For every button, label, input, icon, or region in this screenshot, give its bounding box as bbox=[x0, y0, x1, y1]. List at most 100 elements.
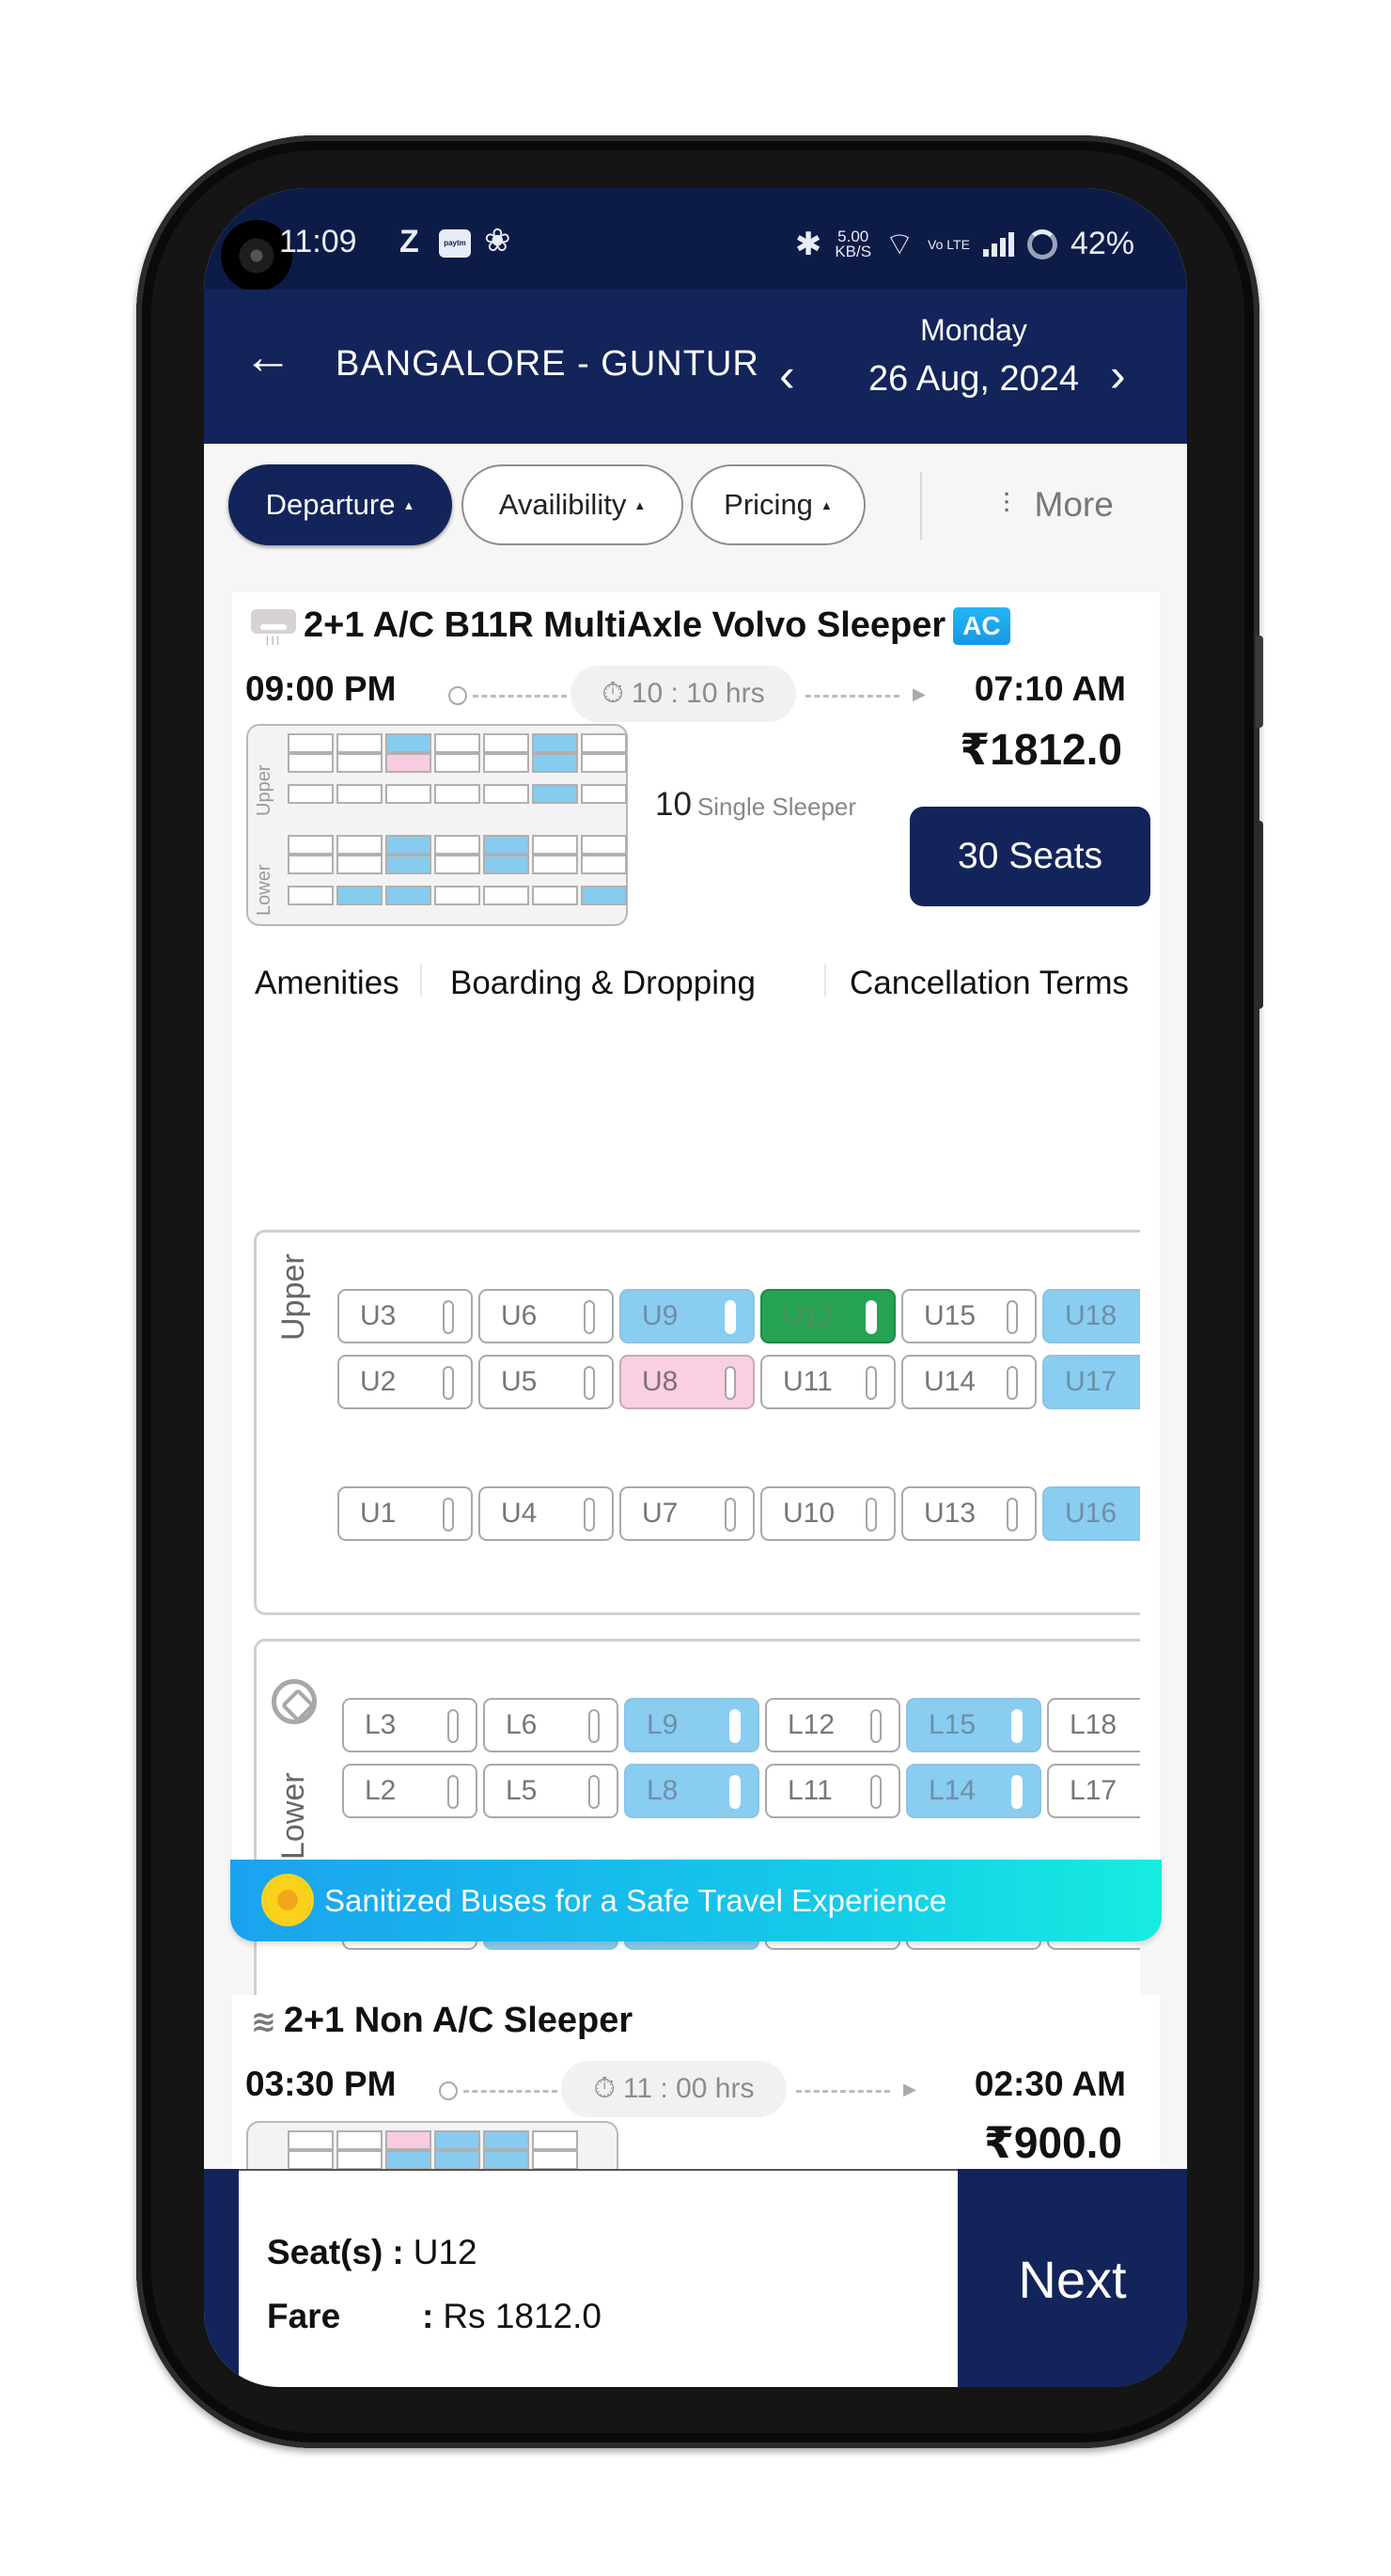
seat-l2[interactable]: L2 bbox=[342, 1764, 477, 1818]
filter-departure[interactable]: Departure ▲ bbox=[228, 464, 452, 545]
seat-u13[interactable]: U13 bbox=[901, 1486, 1037, 1541]
seat-label: U6 bbox=[501, 1300, 538, 1331]
back-arrow-icon[interactable]: ← bbox=[243, 333, 292, 382]
seat-l12[interactable]: L12 bbox=[765, 1698, 900, 1752]
seat-l15: L15 bbox=[906, 1698, 1041, 1752]
timeline-dash bbox=[805, 695, 899, 698]
seat-label: U16 bbox=[1065, 1498, 1117, 1529]
departure-time: 09:00 PM bbox=[245, 669, 397, 708]
arrival-time: 02:30 AM bbox=[974, 2065, 1126, 2103]
seat-l5[interactable]: L5 bbox=[483, 1764, 618, 1818]
seat-label: L6 bbox=[506, 1709, 538, 1740]
seat-l3[interactable]: L3 bbox=[342, 1698, 477, 1752]
tab-boarding-dropping[interactable]: Boarding & Dropping bbox=[450, 965, 756, 1002]
minimap-seat bbox=[532, 855, 578, 874]
seat-u8[interactable]: U8 bbox=[619, 1355, 755, 1409]
seat-l14: L14 bbox=[906, 1764, 1041, 1818]
seat-u7[interactable]: U7 bbox=[619, 1486, 755, 1541]
seat-u3[interactable]: U3 bbox=[337, 1289, 473, 1343]
minimap-seat bbox=[483, 886, 529, 905]
minimap-seat bbox=[581, 855, 627, 874]
seat-label: U12 bbox=[783, 1300, 836, 1331]
sort-arrow-icon: ▲ bbox=[402, 497, 415, 512]
seat-label: U4 bbox=[501, 1498, 538, 1529]
next-date-chevron-icon[interactable]: › bbox=[1110, 352, 1126, 399]
steering-wheel-icon bbox=[272, 1679, 317, 1724]
pillow-icon bbox=[870, 1709, 882, 1743]
day-label: Monday bbox=[920, 313, 1027, 347]
route-title: BANGALORE - GUNTUR bbox=[336, 344, 759, 384]
seat-u6[interactable]: U6 bbox=[478, 1289, 614, 1343]
selected-seats-value: U12 bbox=[413, 2233, 477, 2271]
seat-label: L3 bbox=[365, 1709, 397, 1740]
filter-availability[interactable]: Availibility ▲ bbox=[461, 464, 683, 545]
tab-cancellation-terms[interactable]: Cancellation Terms bbox=[850, 965, 1129, 1002]
minimap-seat bbox=[336, 835, 383, 855]
tab-amenities[interactable]: Amenities bbox=[255, 965, 399, 1002]
safety-badge-icon bbox=[264, 1877, 311, 1924]
app-header: ← BANGALORE - GUNTUR ‹ Monday 26 Aug, 20… bbox=[204, 290, 1187, 444]
seat-u2[interactable]: U2 bbox=[337, 1355, 473, 1409]
seat-label: U1 bbox=[360, 1498, 397, 1529]
seat-u11[interactable]: U11 bbox=[760, 1355, 896, 1409]
pillow-icon bbox=[1011, 1709, 1023, 1743]
minimap-seat bbox=[385, 733, 431, 753]
pillow-icon bbox=[729, 1709, 741, 1743]
seat-label: U2 bbox=[360, 1366, 397, 1397]
minimap-seat bbox=[532, 733, 578, 753]
seat-u10[interactable]: U10 bbox=[760, 1486, 896, 1541]
more-filters-button[interactable]: ⫶ More bbox=[1003, 485, 1114, 525]
pillow-icon bbox=[1011, 1775, 1023, 1809]
seat-u12[interactable]: U12 bbox=[760, 1289, 896, 1343]
fare-price: ₹1812.0 bbox=[960, 725, 1122, 774]
minimap-seat bbox=[483, 784, 529, 804]
signal-icon bbox=[982, 231, 1014, 257]
seat-label: U14 bbox=[924, 1366, 977, 1397]
seat-u5[interactable]: U5 bbox=[478, 1355, 614, 1409]
pillow-icon bbox=[725, 1498, 736, 1531]
minimap-seat bbox=[385, 886, 431, 905]
seat-l11[interactable]: L11 bbox=[765, 1764, 900, 1818]
origin-circle-icon bbox=[439, 2081, 458, 2100]
seat-u15[interactable]: U15 bbox=[901, 1289, 1037, 1343]
minimap-seat bbox=[434, 855, 480, 874]
previous-date-chevron-icon[interactable]: ‹ bbox=[779, 352, 795, 399]
minimap-seat bbox=[532, 886, 578, 905]
filter-pricing[interactable]: Pricing ▲ bbox=[691, 464, 866, 545]
journey-timeline: ⏱ 11 : 00 hrs ▶ bbox=[439, 2061, 918, 2117]
seat-l6[interactable]: L6 bbox=[483, 1698, 618, 1752]
tab-divider bbox=[824, 965, 826, 997]
bus-card[interactable]: | | | 2+1 A/C B11R MultiAxle Volvo Sleep… bbox=[232, 592, 1160, 2024]
pillow-icon bbox=[443, 1300, 454, 1334]
minimap-seat bbox=[532, 2150, 578, 2170]
battery-icon bbox=[1026, 228, 1057, 259]
next-button[interactable]: Next bbox=[958, 2169, 1187, 2387]
stopwatch-icon: ⏱ bbox=[593, 2073, 616, 2104]
minimap-seat bbox=[434, 784, 480, 804]
seat-u4[interactable]: U4 bbox=[478, 1486, 614, 1541]
minimap-seat bbox=[336, 2150, 383, 2170]
seat-label: L8 bbox=[647, 1775, 679, 1806]
minimap-seat bbox=[532, 2130, 578, 2150]
booking-summary-bar: Seat(s): U12 Fare: Rs 1812.0 Next bbox=[204, 2169, 1187, 2387]
seat-l17[interactable]: L17 bbox=[1047, 1764, 1140, 1818]
seat-u1[interactable]: U1 bbox=[337, 1486, 473, 1541]
details-tabs: Amenities Boarding & Dropping Cancellati… bbox=[232, 951, 1160, 1017]
date-label[interactable]: 26 Aug, 2024 bbox=[852, 359, 1095, 400]
sort-arrow-icon: ▲ bbox=[633, 497, 647, 512]
status-time: 11:09 bbox=[279, 224, 357, 259]
minimap-seat bbox=[581, 753, 627, 773]
seat-u17: U17 bbox=[1042, 1355, 1140, 1409]
seat-u18: U18 bbox=[1042, 1289, 1140, 1343]
minimap-lower-grid bbox=[288, 835, 627, 905]
seats-available-button[interactable]: 30 Seats bbox=[910, 807, 1150, 906]
seat-layout-thumbnail[interactable]: Upper Lower bbox=[246, 724, 628, 926]
wind-icon: ≋ bbox=[251, 2003, 276, 2038]
seat-u14[interactable]: U14 bbox=[901, 1355, 1037, 1409]
volte-icon: Vo LTE bbox=[928, 236, 970, 252]
timeline-dash bbox=[473, 695, 567, 698]
selection-summary: Seat(s): U12 Fare: Rs 1812.0 bbox=[239, 2169, 958, 2387]
seat-l18[interactable]: L18 bbox=[1047, 1698, 1140, 1752]
z-notification-icon: Z bbox=[399, 224, 419, 259]
seat-l8: L8 bbox=[624, 1764, 759, 1818]
